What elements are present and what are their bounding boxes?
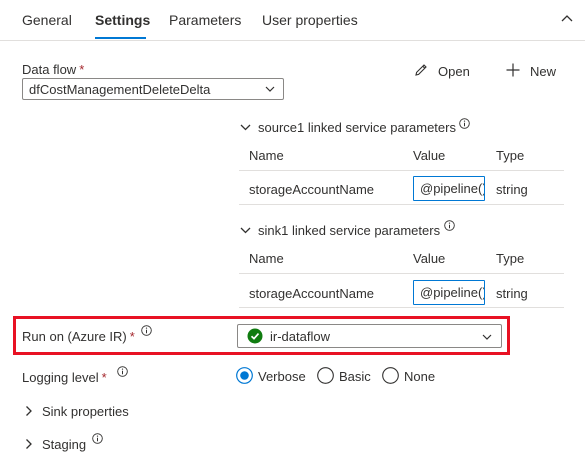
active-tab-indicator [95,37,146,39]
pencil-icon [415,64,427,76]
info-icon[interactable] [117,366,128,377]
divider [239,307,564,308]
radio-none[interactable] [382,367,399,384]
staging-label: Staging [42,437,87,452]
divider [239,273,564,274]
source-col-type: Type [496,148,525,163]
source-param-type: string [496,182,528,197]
sink-properties-label: Sink properties [42,404,129,419]
chevron-down-icon [240,227,251,234]
chevron-right-icon [26,439,32,449]
data-flow-label: Data flow * [22,62,85,77]
source-col-value: Value [413,148,446,163]
radio-basic-label[interactable]: Basic [339,369,371,384]
source-col-name: Name [249,148,284,163]
sink-col-value: Value [413,251,446,266]
info-icon[interactable] [141,325,152,336]
info-icon[interactable] [459,118,470,129]
sink-param-value-input[interactable]: @pipeline() [413,280,485,305]
radio-verbose-label[interactable]: Verbose [258,369,306,384]
info-icon[interactable] [444,220,455,231]
staging-expander[interactable]: Staging [24,437,94,453]
sink-param-name: storageAccountName [249,286,375,301]
open-label: Open [438,64,470,79]
run-on-selected-value: ir-dataflow [270,329,330,344]
plus-icon [506,63,520,77]
tab-user-properties[interactable]: User properties [262,12,358,28]
status-ok-check-icon [247,328,263,344]
chevron-down-icon [240,124,251,131]
run-on-ir-select[interactable]: ir-dataflow [237,324,502,348]
new-data-flow-button[interactable]: New [505,62,565,80]
source-param-value-input[interactable]: @pipeline() [413,176,485,201]
tab-parameters[interactable]: Parameters [169,12,241,28]
source-param-name: storageAccountName [249,182,375,197]
run-on-label: Run on (Azure IR) * [22,329,135,344]
source-param-value: @pipeline() [420,181,485,196]
data-flow-select[interactable]: dfCostManagementDeleteDelta [22,78,284,100]
divider [239,204,564,205]
divider [239,170,564,171]
tab-general[interactable]: General [22,12,72,28]
sink-params-title: sink1 linked service parameters [258,223,441,238]
open-data-flow-button[interactable]: Open [413,62,473,80]
data-flow-selected-value: dfCostManagementDeleteDelta [29,82,211,97]
logging-level-label: Logging level * [22,370,107,385]
tab-settings[interactable]: Settings [95,12,150,28]
source-params-title: source1 linked service parameters [258,120,456,135]
radio-verbose[interactable] [236,367,253,384]
collapse-panel-chevron-up-icon[interactable] [560,12,574,26]
chevron-down-icon [482,334,492,340]
radio-none-label[interactable]: None [404,369,435,384]
chevron-right-icon [26,406,32,416]
chevron-down-icon [265,86,275,92]
radio-basic[interactable] [317,367,334,384]
sink-param-type: string [496,286,528,301]
new-label: New [530,64,557,79]
sink-col-type: Type [496,251,525,266]
sink-col-name: Name [249,251,284,266]
sink-param-value: @pipeline() [420,285,485,300]
sink-properties-expander[interactable]: Sink properties [24,404,144,420]
info-icon[interactable] [92,433,103,444]
